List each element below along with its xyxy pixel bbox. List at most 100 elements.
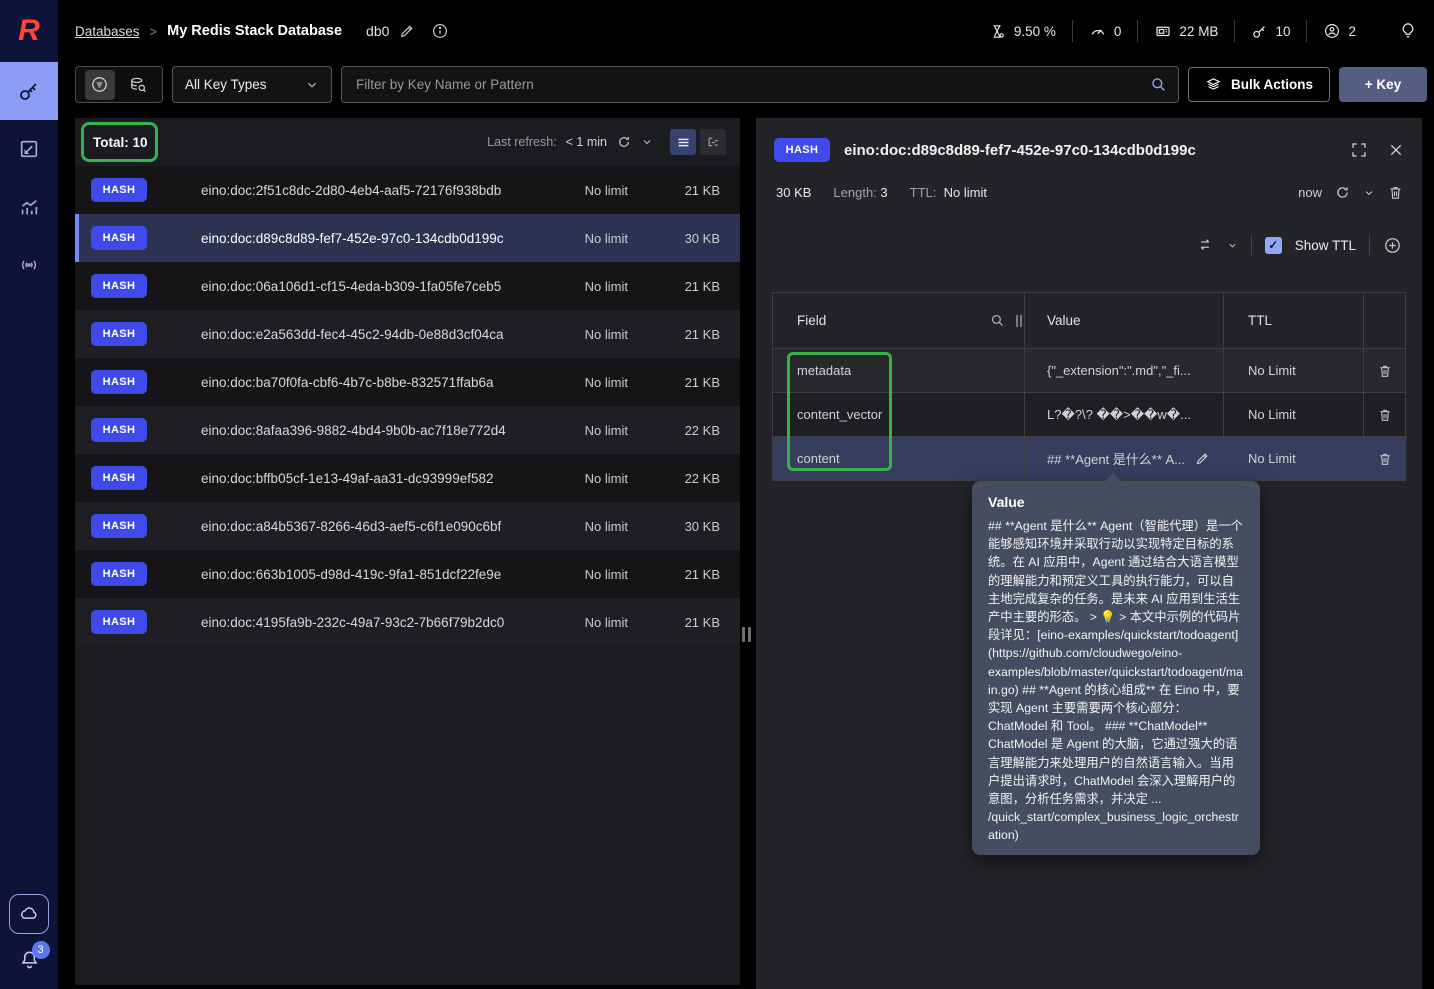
field-column-header[interactable]: Field (772, 293, 1025, 349)
bulk-actions-button[interactable]: Bulk Actions (1187, 67, 1330, 102)
sidebar-item-analytics[interactable] (0, 178, 58, 236)
workbench-icon (18, 138, 40, 160)
key-type-select[interactable]: All Key Types (172, 66, 332, 103)
field-row-metadata[interactable]: metadata {"_extension":".md","_fi... No … (772, 349, 1406, 393)
chevron-down-icon (305, 78, 319, 92)
ttl-value: No limit (943, 185, 987, 200)
redis-logo: R (18, 14, 40, 47)
chevron-down-icon[interactable] (641, 136, 653, 148)
list-view-toggle[interactable] (670, 129, 696, 155)
key-filter-field (341, 66, 1179, 103)
key-row[interactable]: HASH eino:doc:a84b5367-8266-46d3-aef5-c6… (75, 502, 740, 550)
gauge-icon (1089, 22, 1107, 40)
delete-key-icon[interactable] (1387, 184, 1404, 201)
delete-field-icon[interactable] (1364, 437, 1406, 481)
key-row[interactable]: HASH eino:doc:e2a563dd-fec4-45c2-94db-0e… (75, 310, 740, 358)
type-badge: HASH (91, 514, 147, 538)
column-resize-handle[interactable] (1016, 314, 1022, 327)
stat-cpu: 9.50 % (974, 23, 1072, 40)
tree-view-toggle[interactable] (700, 129, 726, 155)
cpu-icon (990, 23, 1007, 40)
insights-button[interactable] (1398, 21, 1418, 41)
show-ttl-checkbox[interactable]: ✓ (1264, 236, 1282, 254)
type-badge: HASH (91, 226, 147, 250)
format-switch-icon[interactable] (1196, 236, 1214, 254)
total-keys-label: Total: 10 (93, 134, 148, 150)
delete-field-icon[interactable] (1364, 349, 1406, 393)
type-badge: HASH (91, 322, 147, 346)
show-ttl-label: Show TTL (1294, 237, 1356, 253)
refresh-icon[interactable] (616, 134, 632, 150)
filter-icon[interactable] (84, 69, 115, 100)
redisearch-icon[interactable] (123, 70, 153, 100)
stat-memory: 22 MB (1138, 22, 1234, 40)
stat-commands: 0 (1073, 22, 1138, 40)
value-column-header[interactable]: Value (1025, 293, 1224, 349)
breadcrumb-separator: > (149, 23, 158, 39)
search-input[interactable] (356, 77, 1149, 92)
close-icon[interactable] (1388, 142, 1404, 158)
filter-mode-group (75, 66, 163, 103)
type-badge: HASH (91, 178, 147, 202)
key-row[interactable]: HASH eino:doc:8afaa396-9882-4bd4-9b0b-ac… (75, 406, 740, 454)
tooltip-arrow (1104, 473, 1122, 482)
search-icon[interactable] (989, 312, 1006, 329)
key-icon (17, 79, 41, 103)
chevron-down-icon[interactable] (1227, 240, 1238, 251)
chevron-down-icon[interactable] (1363, 187, 1375, 199)
refresh-icon[interactable] (1334, 184, 1351, 201)
stat-keys: 10 (1235, 23, 1306, 40)
detail-key-name: eino:doc:d89c8d89-fef7-452e-97c0-134cdb0… (844, 141, 1196, 159)
sidebar-item-pubsub[interactable] (0, 236, 58, 294)
sidebar-item-browser[interactable] (0, 62, 58, 120)
edit-db-icon[interactable] (399, 23, 415, 39)
key-row[interactable]: HASH eino:doc:06a106d1-cf15-4eda-b309-1f… (75, 262, 740, 310)
sidebar-item-workbench[interactable] (0, 120, 58, 178)
info-icon[interactable] (431, 22, 449, 40)
users-icon (1323, 22, 1341, 40)
type-badge: HASH (91, 418, 147, 442)
delete-field-icon[interactable] (1364, 393, 1406, 437)
hash-fields-table: Field Value TTL metadata {"_extension":"… (772, 292, 1406, 481)
type-badge: HASH (91, 370, 147, 394)
key-row[interactable]: HASH eino:doc:2f51c8dc-2d80-4eb4-aaf5-72… (75, 166, 740, 214)
app-sidebar: R 3 (0, 0, 58, 989)
search-icon[interactable] (1149, 75, 1168, 94)
detail-size: 30 KB (776, 185, 812, 200)
key-list-header: Total: 10 Last refresh: < 1 min (75, 118, 740, 166)
fullscreen-icon[interactable] (1350, 141, 1368, 159)
add-key-button[interactable]: + Key (1339, 67, 1427, 102)
cloud-button[interactable] (9, 894, 49, 934)
value-tooltip: Value ## **Agent 是什么** Agent（智能代理）是一个能够感… (972, 473, 1260, 855)
db-index-label: db0 (366, 23, 390, 39)
length-value: 3 (880, 185, 888, 200)
key-row[interactable]: HASH eino:doc:ba70f0fa-cbf6-4b7c-b8be-83… (75, 358, 740, 406)
filter-bar: All Key Types Bulk Actions + Key (75, 66, 1427, 103)
edit-value-icon[interactable] (1195, 451, 1210, 466)
key-row[interactable]: HASH eino:doc:bffb05cf-1e13-49af-aa31-dc… (75, 454, 740, 502)
pubsub-icon (18, 254, 40, 276)
key-list-panel: Total: 10 Last refresh: < 1 min HASH ein (75, 118, 740, 985)
refresh-time-label: now (1298, 185, 1322, 200)
field-row-content[interactable]: content ## **Agent 是什么** A... No Limit (772, 437, 1406, 481)
tooltip-body: ## **Agent 是什么** Agent（智能代理）是一个能够感知环境并采取… (988, 519, 1243, 843)
last-refresh-value: < 1 min (565, 135, 607, 149)
panel-resize-handle[interactable] (742, 627, 751, 642)
stat-clients: 2 (1307, 22, 1372, 40)
key-row[interactable]: HASH eino:doc:4195fa9b-232c-49a7-93c2-7b… (75, 598, 740, 646)
key-icon (1251, 23, 1268, 40)
key-row-selected[interactable]: HASH eino:doc:d89c8d89-fef7-452e-97c0-13… (75, 214, 740, 262)
ttl-column-header[interactable]: TTL (1224, 293, 1364, 349)
last-refresh-label: Last refresh: (487, 135, 557, 149)
tooltip-title: Value (988, 494, 1025, 510)
breadcrumb: Databases > My Redis Stack Database db0 (58, 22, 449, 40)
ttl-label: TTL: (909, 185, 937, 200)
add-field-icon[interactable] (1383, 236, 1402, 255)
breadcrumb-databases-link[interactable]: Databases (75, 24, 140, 39)
field-row-content-vector[interactable]: content_vector L?�?\? ��>��w�... No Limi… (772, 393, 1406, 437)
key-row[interactable]: HASH eino:doc:663b1005-d98d-419c-9fa1-85… (75, 550, 740, 598)
analytics-icon (18, 196, 40, 218)
notifications-button[interactable]: 3 (18, 941, 50, 971)
type-badge: HASH (91, 466, 147, 490)
actions-column-header (1364, 293, 1406, 349)
